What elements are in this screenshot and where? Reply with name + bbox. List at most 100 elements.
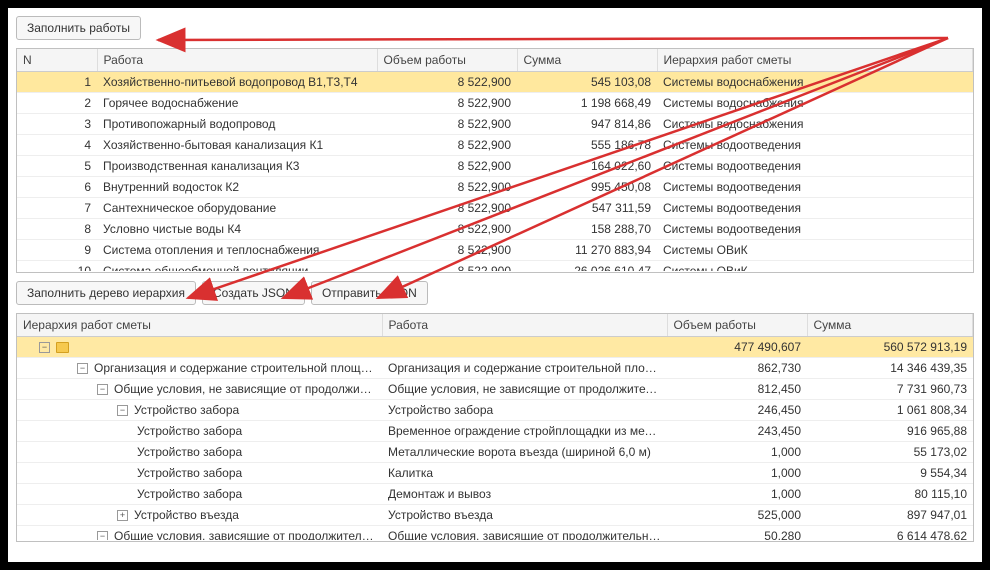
cell-tree-volume: 525,000 [667, 505, 807, 526]
table-row[interactable]: 2Горячее водоснабжение8 522,9001 198 668… [17, 93, 973, 114]
col-tree-work[interactable]: Работа [382, 314, 667, 337]
cell-tree-volume: 1,000 [667, 442, 807, 463]
cell-n: 6 [17, 177, 97, 198]
table-row[interactable]: 4Хозяйственно-бытовая канализация К18 52… [17, 135, 973, 156]
cell-tree-volume: 862,730 [667, 358, 807, 379]
tree-row[interactable]: Устройство забораКалитка1,0009 554,34 [17, 463, 973, 484]
cell-sum: 1 198 668,49 [517, 93, 657, 114]
cell-n: 7 [17, 198, 97, 219]
tree-row[interactable]: − 477 490,607560 572 913,19 [17, 337, 973, 358]
cell-sum: 995 450,08 [517, 177, 657, 198]
col-tree-hierarchy[interactable]: Иерархия работ сметы [17, 314, 382, 337]
cell-tree-sum: 7 731 960,73 [807, 379, 973, 400]
cell-tree-sum: 9 554,34 [807, 463, 973, 484]
cell-volume: 8 522,900 [377, 135, 517, 156]
cell-sum: 555 186,78 [517, 135, 657, 156]
col-hierarchy[interactable]: Иерархия работ сметы [657, 49, 973, 72]
expand-icon[interactable]: − [39, 342, 50, 353]
expand-icon[interactable]: − [77, 363, 88, 374]
cell-tree-volume: 1,000 [667, 484, 807, 505]
expand-icon[interactable]: + [117, 510, 128, 521]
tree-row[interactable]: +Устройство въездаУстройство въезда525,0… [17, 505, 973, 526]
cell-n: 3 [17, 114, 97, 135]
cell-hierarchy: Системы водоснабжения [657, 93, 973, 114]
cell-hierarchy: Системы водоснабжения [657, 72, 973, 93]
cell-tree-work [382, 337, 667, 358]
cell-work: Сантехническое оборудование [97, 198, 377, 219]
cell-tree-hierarchy: −Общие условия, не зависящие от продолжи… [17, 379, 382, 400]
cell-n: 8 [17, 219, 97, 240]
cell-tree-hierarchy: Устройство забора [17, 463, 382, 484]
cell-volume: 8 522,900 [377, 198, 517, 219]
col-volume[interactable]: Объем работы [377, 49, 517, 72]
create-json-button[interactable]: Создать JSON [202, 281, 305, 305]
table-row[interactable]: 3Противопожарный водопровод8 522,900947 … [17, 114, 973, 135]
works-table-scroll[interactable]: 1Хозяйственно-питьевой водопровод В1,Т3,… [17, 72, 973, 271]
cell-n: 1 [17, 72, 97, 93]
cell-tree-sum: 560 572 913,19 [807, 337, 973, 358]
col-n[interactable]: N [17, 49, 97, 72]
cell-work: Внутренний водосток К2 [97, 177, 377, 198]
table-row[interactable]: 7Сантехническое оборудование8 522,900547… [17, 198, 973, 219]
cell-tree-work: Организация и содержание строительной пл… [382, 358, 667, 379]
cell-tree-sum: 80 115,10 [807, 484, 973, 505]
table-row[interactable]: 10Система общеобменной вентиляции8 522,9… [17, 261, 973, 272]
table-row[interactable]: 5Производственная канализация К38 522,90… [17, 156, 973, 177]
cell-tree-hierarchy: +Устройство въезда [17, 505, 382, 526]
table-row[interactable]: 6Внутренний водосток К28 522,900995 450,… [17, 177, 973, 198]
cell-tree-work: Устройство забора [382, 400, 667, 421]
works-table: N Работа Объем работы Сумма Иерархия раб… [16, 48, 974, 273]
col-work[interactable]: Работа [97, 49, 377, 72]
cell-tree-hierarchy: − [17, 337, 382, 358]
tree-row[interactable]: − Организация и содержание строительной п… [17, 358, 973, 379]
cell-n: 4 [17, 135, 97, 156]
expand-icon[interactable]: − [97, 384, 108, 395]
table-row[interactable]: 8Условно чистые воды К48 522,900158 288,… [17, 219, 973, 240]
col-tree-sum[interactable]: Сумма [807, 314, 973, 337]
folder-icon [56, 342, 69, 353]
cell-volume: 8 522,900 [377, 261, 517, 272]
cell-tree-sum: 6 614 478,62 [807, 526, 973, 541]
fill-hierarchy-button[interactable]: Заполнить дерево иерархия [16, 281, 196, 305]
cell-sum: 164 022,60 [517, 156, 657, 177]
cell-work: Противопожарный водопровод [97, 114, 377, 135]
table-row[interactable]: 1Хозяйственно-питьевой водопровод В1,Т3,… [17, 72, 973, 93]
cell-volume: 8 522,900 [377, 114, 517, 135]
hierarchy-table: Иерархия работ сметы Работа Объем работы… [16, 313, 974, 542]
tree-row[interactable]: Устройство забораДемонтаж и вывоз1,00080… [17, 484, 973, 505]
tree-row[interactable]: −Устройство забораУстройство забора246,4… [17, 400, 973, 421]
hierarchy-table-scroll[interactable]: −477 490,607560 572 913,19−Организация и… [17, 337, 973, 540]
cell-volume: 8 522,900 [377, 156, 517, 177]
cell-tree-volume: 246,450 [667, 400, 807, 421]
cell-sum: 11 270 883,94 [517, 240, 657, 261]
cell-tree-hierarchy: −Общие условия, зависящие от продолжител… [17, 526, 382, 541]
tree-row[interactable]: Устройство забораВременное ограждение ст… [17, 421, 973, 442]
cell-tree-hierarchy: −Устройство забора [17, 400, 382, 421]
cell-tree-work: Временное ограждение стройплощадки из ме… [382, 421, 667, 442]
cell-work: Система общеобменной вентиляции [97, 261, 377, 272]
cell-tree-sum: 1 061 808,34 [807, 400, 973, 421]
tree-row[interactable]: − Общие условия, зависящие от продолжител… [17, 526, 973, 541]
fill-works-button[interactable]: Заполнить работы [16, 16, 141, 40]
cell-hierarchy: Системы водоотведения [657, 156, 973, 177]
tree-row[interactable]: Устройство забораМеталлические ворота въ… [17, 442, 973, 463]
cell-tree-hierarchy: Устройство забора [17, 442, 382, 463]
send-json-button[interactable]: Отправить JSON [311, 281, 428, 305]
cell-tree-volume: 1,000 [667, 463, 807, 484]
col-sum[interactable]: Сумма [517, 49, 657, 72]
cell-tree-work: Общие условия, зависящие от продолжитель… [382, 526, 667, 541]
cell-sum: 26 026 610,47 [517, 261, 657, 272]
col-tree-volume[interactable]: Объем работы [667, 314, 807, 337]
cell-tree-hierarchy: Устройство забора [17, 421, 382, 442]
table-row[interactable]: 9Система отопления и теплоснабжения8 522… [17, 240, 973, 261]
expand-icon[interactable]: − [117, 405, 128, 416]
cell-tree-work: Общие условия, не зависящие от продолжит… [382, 379, 667, 400]
cell-tree-volume: 477 490,607 [667, 337, 807, 358]
cell-n: 10 [17, 261, 97, 272]
cell-work: Хозяйственно-бытовая канализация К1 [97, 135, 377, 156]
expand-icon[interactable]: − [97, 531, 108, 540]
cell-sum: 547 311,59 [517, 198, 657, 219]
tree-row[interactable]: − Общие условия, не зависящие от продолжи… [17, 379, 973, 400]
cell-tree-hierarchy: −Организация и содержание строительной п… [17, 358, 382, 379]
cell-tree-volume: 243,450 [667, 421, 807, 442]
